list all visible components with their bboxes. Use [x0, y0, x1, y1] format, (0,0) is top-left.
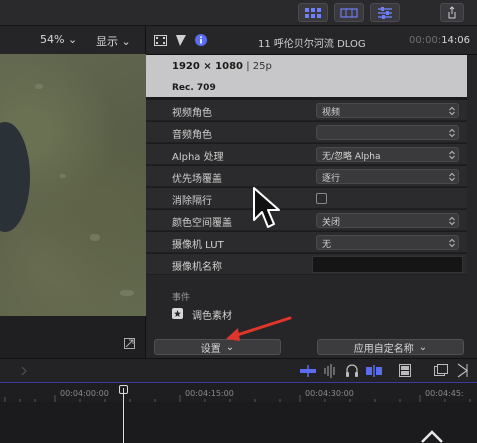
snapping-icon[interactable] — [366, 365, 382, 377]
timeline-view-icon[interactable] — [434, 364, 448, 376]
video-clip-appearance-icon[interactable] — [300, 365, 316, 377]
ruler-timecode: 00:04:45: — [425, 389, 464, 398]
ruler-timecode: 00:04:30:00 — [305, 389, 354, 398]
mouse-cursor-icon — [253, 187, 280, 228]
clip-icon[interactable] — [399, 364, 411, 377]
timeline-ruler[interactable]: 00:04:00:00 00:04:15:00 00:04:30:00 00:0… — [0, 382, 477, 403]
timeline-body[interactable] — [0, 402, 477, 443]
headphones-icon[interactable] — [346, 364, 358, 377]
playhead[interactable] — [123, 388, 124, 443]
waveform-icon[interactable] — [323, 364, 337, 378]
chevron-right-icon[interactable] — [21, 366, 27, 376]
ruler-timecode: 00:04:00:00 — [60, 389, 109, 398]
trim-icon[interactable] — [457, 363, 469, 378]
ruler-timecode: 00:04:15:00 — [185, 389, 234, 398]
logo-mark — [421, 430, 443, 443]
timeline-toolbar — [0, 358, 477, 382]
